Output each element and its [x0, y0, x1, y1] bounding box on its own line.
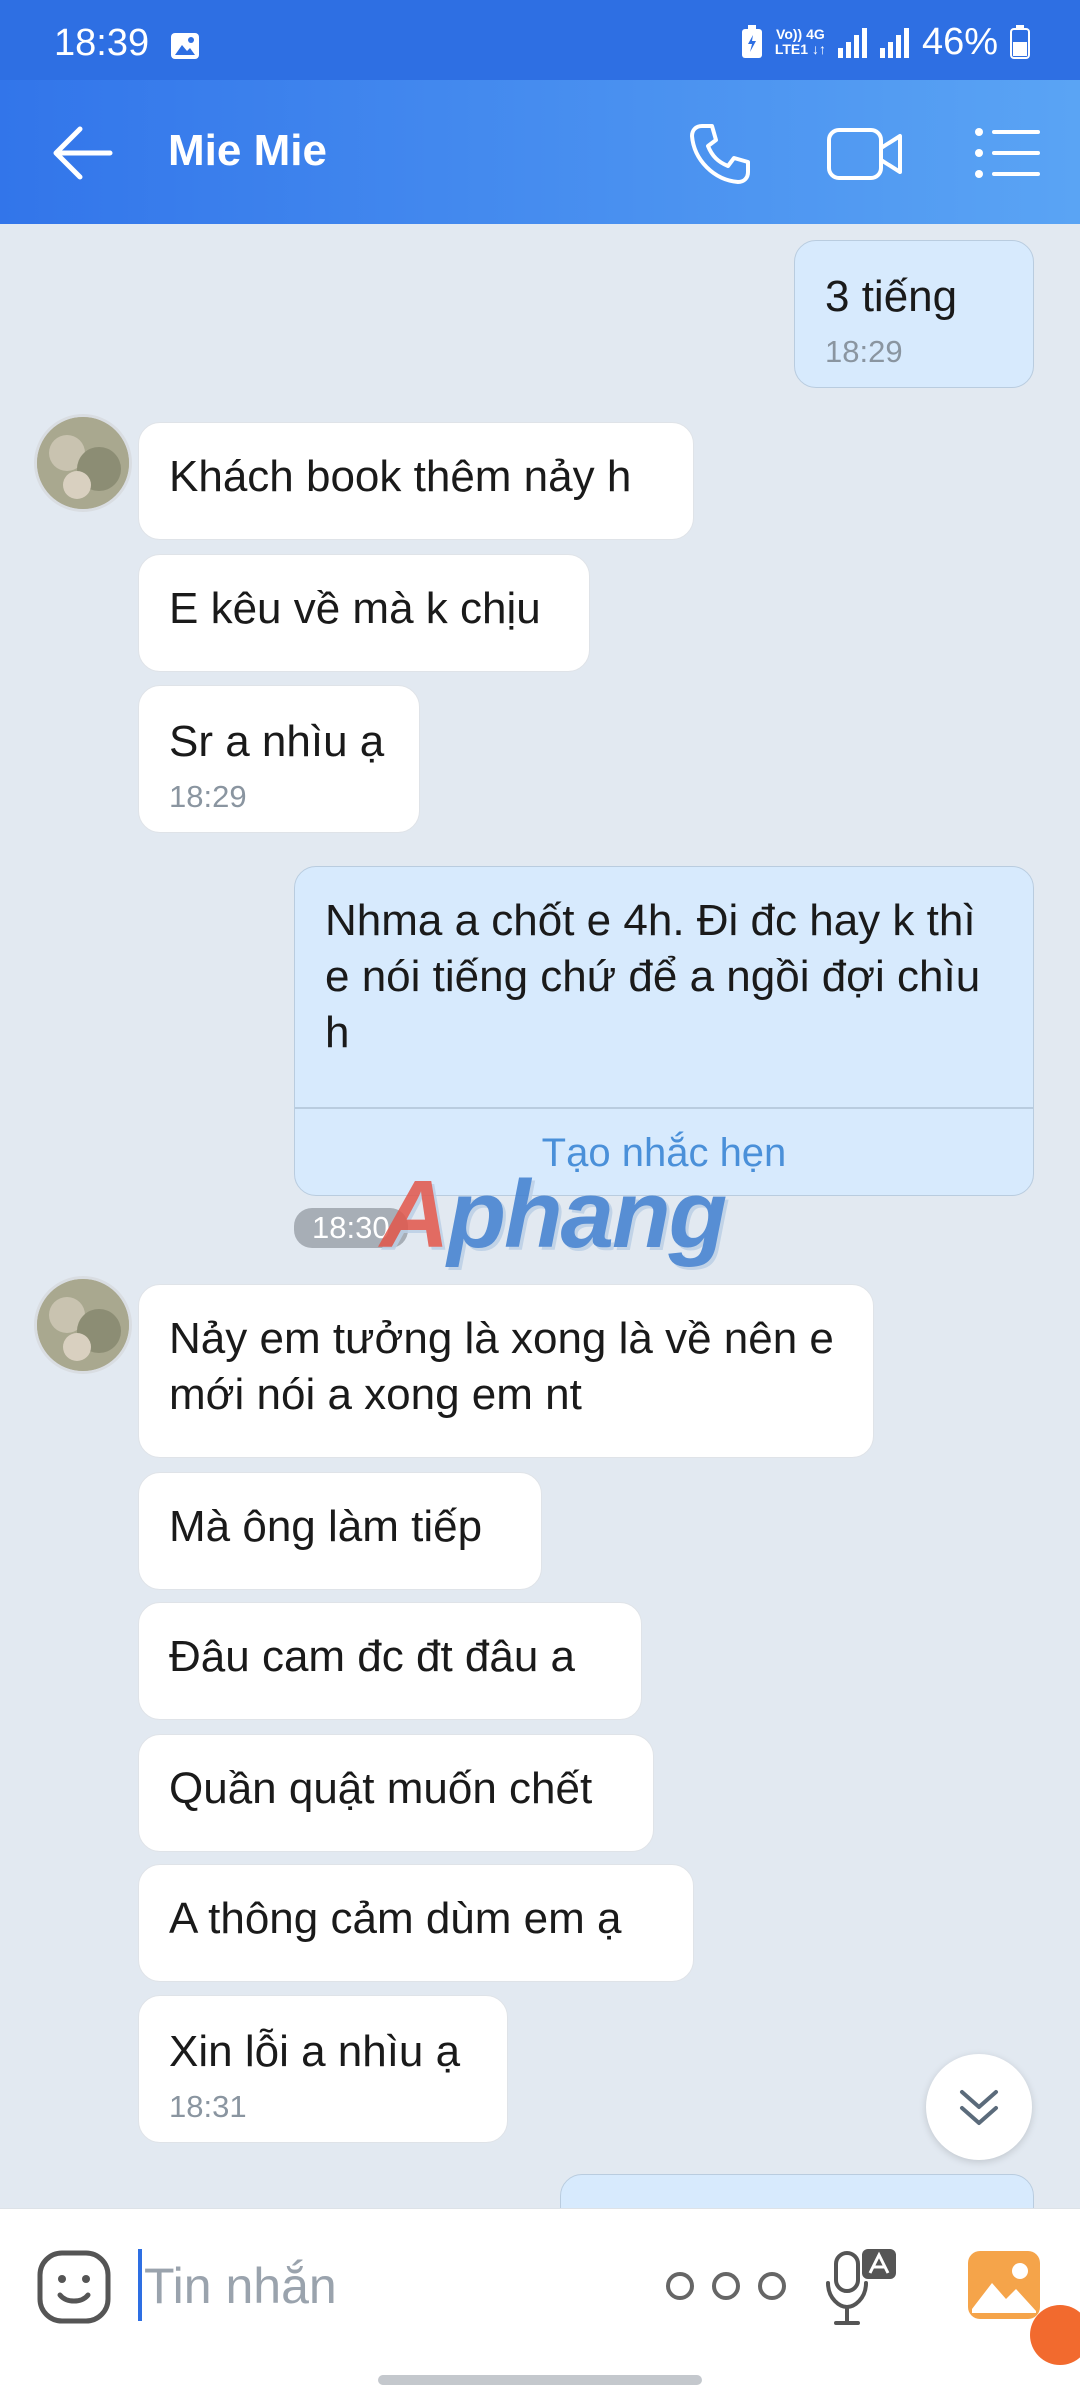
message-bubble-incoming[interactable]: A thông cảm dùm em ạ — [138, 1864, 694, 1982]
status-time: 18:39 — [54, 22, 150, 64]
message-text: Đâu cam đc đt đâu a — [169, 1632, 576, 1681]
message-bubble-incoming[interactable]: Nảy em tưởng là xong là về nên e mới nói… — [138, 1284, 874, 1458]
gallery-notification-icon — [171, 33, 199, 59]
message-bubble-incoming[interactable]: Xin lỗi a nhìu ạ 18:31 — [138, 1995, 508, 2143]
message-bubble-incoming[interactable]: Khách book thêm nảy h — [138, 422, 694, 540]
message-bubble-incoming[interactable]: Đâu cam đc đt đâu a — [138, 1602, 642, 1720]
network-indicator: Vo)) 4G LTE1 ↓↑ — [775, 27, 826, 57]
message-text: Mà ông làm tiếp — [169, 1502, 483, 1551]
status-right: Vo)) 4G LTE1 ↓↑ 46% — [741, 20, 1030, 63]
message-bubble-outgoing[interactable]: 3 tiếng 18:29 — [794, 240, 1034, 388]
battery-percent: 46% — [921, 20, 998, 63]
watermark-text: phang — [447, 1161, 727, 1268]
divider — [295, 1107, 1033, 1109]
battery-saver-icon — [741, 25, 762, 58]
message-bubble-partial — [560, 2174, 1034, 2208]
message-time: 18:29 — [169, 779, 247, 814]
message-text: E kêu về mà k chịu — [169, 584, 541, 633]
watermark-letter: A — [380, 1161, 449, 1268]
back-arrow-icon[interactable] — [52, 124, 114, 182]
watermark: Aphang — [380, 1160, 727, 1270]
list-menu-icon[interactable] — [974, 126, 1042, 180]
message-text: Nhma a chốt e 4h. Đi đc hay k thì e nói … — [325, 896, 981, 1057]
message-text: Xin lỗi a nhìu ạ — [169, 2027, 461, 2076]
home-indicator — [378, 2375, 702, 2385]
emoji-icon[interactable] — [36, 2249, 112, 2325]
network-bottom: LTE1 ↓↑ — [774, 41, 826, 57]
avatar-image — [37, 1279, 129, 1371]
more-dots-icon[interactable] — [664, 2269, 788, 2303]
video-call-icon[interactable] — [826, 124, 904, 184]
avatar[interactable] — [34, 1276, 132, 1374]
message-text: Sr a nhìu ạ — [169, 717, 385, 766]
gallery-icon[interactable] — [966, 2249, 1042, 2321]
message-bubble-incoming[interactable]: Mà ông làm tiếp — [138, 1472, 542, 1590]
message-text: Khách book thêm nảy h — [169, 452, 632, 501]
signal-2-icon — [879, 28, 909, 58]
battery-icon — [1010, 25, 1030, 59]
scroll-down-icon — [960, 2090, 998, 2125]
message-text: Quần quật muốn chết — [169, 1764, 593, 1813]
message-text: Nảy em tưởng là xong là về nên e mới nói… — [169, 1314, 834, 1419]
phone-icon[interactable] — [688, 122, 752, 186]
scroll-down-button[interactable] — [926, 2054, 1032, 2160]
network-top: Vo)) 4G — [776, 26, 825, 42]
signal-1-icon — [837, 28, 867, 58]
floating-action-icon[interactable] — [1030, 2305, 1080, 2365]
contact-name[interactable]: Mie Mie — [168, 126, 327, 176]
message-text: 3 tiếng — [825, 272, 958, 321]
message-time: 18:31 — [169, 2089, 247, 2124]
chat-header: Mie Mie — [0, 80, 1080, 224]
message-bubble-incoming[interactable]: Sr a nhìu ạ 18:29 — [138, 685, 420, 833]
message-bubble-outgoing[interactable]: Nhma a chốt e 4h. Đi đc hay k thì e nói … — [294, 866, 1034, 1196]
message-text: A thông cảm dùm em ạ — [169, 1894, 622, 1943]
message-time: 18:29 — [825, 334, 903, 369]
message-composer: Tin nhắn — [0, 2208, 1080, 2401]
avatar[interactable] — [34, 414, 132, 512]
message-input[interactable]: Tin nhắn — [144, 2257, 337, 2315]
avatar-image — [37, 417, 129, 509]
voice-to-text-icon[interactable] — [822, 2247, 900, 2329]
message-bubble-incoming[interactable]: E kêu về mà k chịu — [138, 554, 590, 672]
message-bubble-incoming[interactable]: Quần quật muốn chết — [138, 1734, 654, 1852]
text-caret — [138, 2249, 142, 2321]
status-bar: 18:39 Vo)) 4G LTE1 ↓↑ 46% — [0, 0, 1080, 80]
